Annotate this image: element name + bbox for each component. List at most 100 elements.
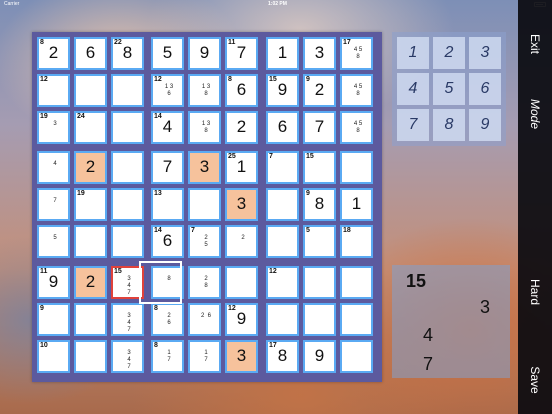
board-cell[interactable]: 14 4 [151, 111, 184, 144]
board-cell[interactable]: 2 8 [188, 266, 221, 299]
cell-value: 9 [48, 272, 59, 291]
board-cell[interactable]: 3 4 7 [111, 340, 144, 373]
board-cell[interactable]: 9 [188, 37, 221, 70]
board-cell[interactable]: 8 [151, 266, 184, 299]
board-cell[interactable]: 4 5 8 [340, 111, 373, 144]
board-cell[interactable]: 7 [303, 111, 336, 144]
board-cell[interactable]: 19 3 [37, 111, 70, 144]
board-cell[interactable] [340, 151, 373, 184]
board-cell[interactable]: 86 [225, 74, 258, 107]
board-cell[interactable]: 15 9 [266, 74, 299, 107]
board-cell[interactable]: 4 [37, 151, 70, 184]
board-cell[interactable]: 12 [266, 266, 299, 299]
board-cell[interactable]: 7 [266, 151, 299, 184]
board-cell[interactable] [111, 111, 144, 144]
keypad-key[interactable]: 4 [397, 73, 429, 105]
board-cell[interactable]: 17 4 5 8 [340, 37, 373, 70]
board-cell[interactable]: 15 [303, 151, 336, 184]
board-cell[interactable] [111, 151, 144, 184]
board-cell[interactable] [303, 303, 336, 336]
board-cell[interactable]: 8 2 6 [151, 303, 184, 336]
board-cell[interactable] [188, 188, 221, 221]
board-cell[interactable]: 2 [225, 225, 258, 258]
board-cell[interactable]: 12 [37, 74, 70, 107]
board-cell[interactable] [266, 303, 299, 336]
board-cell[interactable]: 15 3 4 7 [111, 266, 144, 299]
board-cell[interactable]: 17 8 [266, 340, 299, 373]
board-cell[interactable]: 7 2 5 [188, 225, 221, 258]
board-cell[interactable]: 9 [37, 303, 70, 336]
exit-button[interactable]: Exit [518, 14, 552, 74]
keypad-key[interactable]: 3 [469, 37, 501, 69]
cell-value: 8 [277, 346, 288, 365]
board-cell[interactable]: 3 [303, 37, 336, 70]
board-cell[interactable]: 1 3 8 [188, 74, 221, 107]
board-cell[interactable] [111, 225, 144, 258]
board-cell[interactable]: 13 [151, 188, 184, 221]
board-cell[interactable]: 5 [37, 225, 70, 258]
board-cell[interactable]: 12 9 [225, 303, 258, 336]
board-cell[interactable]: 2 6 [188, 303, 221, 336]
board-cell[interactable]: 14 6 [151, 225, 184, 258]
keypad-key[interactable]: 8 [433, 109, 465, 141]
board-cell[interactable]: 3 [188, 151, 221, 184]
board-cell[interactable]: 19 [74, 188, 107, 221]
board-cell[interactable] [74, 74, 107, 107]
board-cell[interactable]: 22 8 [111, 37, 144, 70]
board-cell[interactable]: 1 [266, 37, 299, 70]
board-cell[interactable] [303, 266, 336, 299]
board-cell[interactable]: 3 4 7 [111, 303, 144, 336]
board-cell[interactable]: 2 [74, 151, 107, 184]
board-cell[interactable]: 6 [266, 111, 299, 144]
keypad-key[interactable]: 2 [433, 37, 465, 69]
cell-value: 2 [48, 43, 59, 62]
mode-button[interactable]: Mode [518, 84, 552, 144]
board-cell[interactable] [340, 340, 373, 373]
board-cell[interactable]: 1 7 [188, 340, 221, 373]
board-cell[interactable] [74, 225, 107, 258]
board-cell[interactable]: 2 [74, 266, 107, 299]
board-cell[interactable] [225, 266, 258, 299]
board-cell[interactable] [266, 225, 299, 258]
board-cell[interactable]: 2 [225, 111, 258, 144]
save-button[interactable]: Save [518, 350, 552, 410]
board-cell[interactable]: 5 [151, 37, 184, 70]
board-cell[interactable] [111, 74, 144, 107]
pencil-marks: 3 [53, 121, 57, 127]
board-cell[interactable]: 5 [303, 225, 336, 258]
board-cell[interactable]: 11 7 [225, 37, 258, 70]
board-cell[interactable]: 7 [151, 151, 184, 184]
board-cell[interactable]: 6 [74, 37, 107, 70]
board-cell[interactable]: 10 [37, 340, 70, 373]
keypad-key[interactable]: 5 [433, 73, 465, 105]
board-cell[interactable]: 8 1 7 [151, 340, 184, 373]
board-cell[interactable]: 4 5 8 [340, 74, 373, 107]
board-cell[interactable]: 24 [74, 111, 107, 144]
board-cell[interactable]: 92 [303, 74, 336, 107]
board-cell[interactable] [74, 303, 107, 336]
board-cell[interactable] [111, 188, 144, 221]
keypad-key[interactable]: 9 [469, 109, 501, 141]
board-cell[interactable]: 9 [303, 340, 336, 373]
keypad-key[interactable]: 6 [469, 73, 501, 105]
board-cell[interactable] [340, 303, 373, 336]
keypad-key[interactable]: 1 [397, 37, 429, 69]
board-cell[interactable]: 18 [340, 225, 373, 258]
board-cell[interactable]: 3 [225, 340, 258, 373]
board-cell[interactable]: 82 [37, 37, 70, 70]
board-cell[interactable] [74, 340, 107, 373]
board-cell[interactable]: 1 [340, 188, 373, 221]
cage-sum-label: 18 [343, 227, 351, 234]
board-cell[interactable]: 3 [225, 188, 258, 221]
board-cell[interactable]: 1 3 8 [188, 111, 221, 144]
board-cell[interactable]: 12 1 3 6 [151, 74, 184, 107]
save-label: Save [528, 366, 542, 394]
board-cell[interactable]: 98 [303, 188, 336, 221]
keypad-key[interactable]: 7 [397, 109, 429, 141]
board-cell[interactable] [266, 188, 299, 221]
board-cell[interactable]: 7 [37, 188, 70, 221]
board-cell[interactable] [340, 266, 373, 299]
board-cell[interactable]: 11 9 [37, 266, 70, 299]
board-cell[interactable]: 25 1 [225, 151, 258, 184]
difficulty-button[interactable]: Hard [518, 262, 552, 322]
